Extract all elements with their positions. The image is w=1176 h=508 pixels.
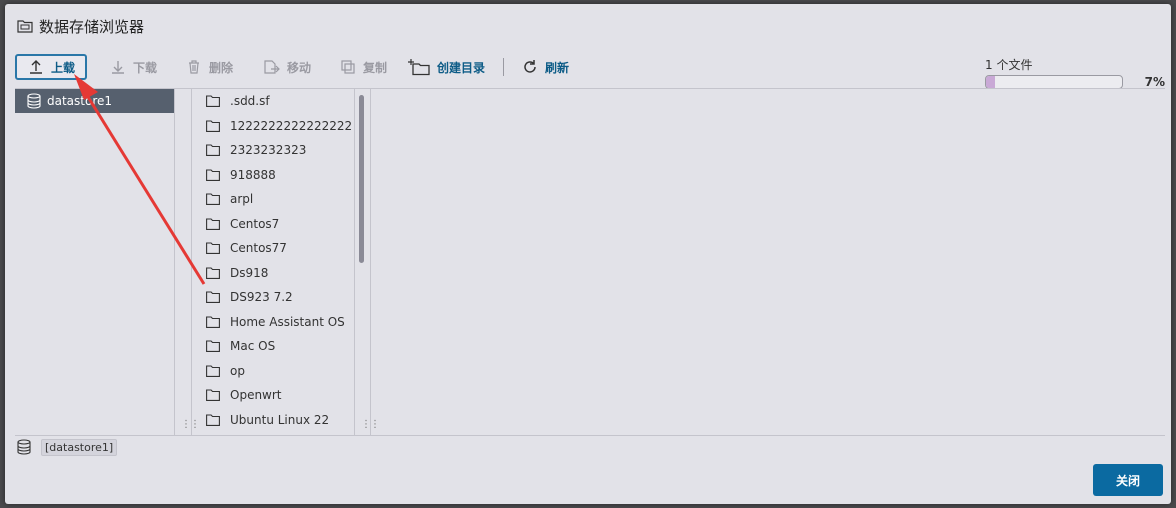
dialog-title: 数据存储浏览器: [39, 17, 145, 36]
folder-icon: [206, 193, 220, 206]
upload-button[interactable]: 上载: [15, 54, 88, 80]
folder-item[interactable]: DS923 7.2: [192, 285, 354, 310]
folder-name: arpl: [230, 192, 254, 207]
delete-label: 删除: [209, 60, 234, 75]
create-directory-button[interactable]: 创建目录: [401, 54, 491, 80]
datastore-item[interactable]: datastore1: [15, 89, 174, 113]
download-icon: [109, 58, 127, 76]
upload-progress: 1 个文件 7%: [985, 56, 1165, 89]
download-label: 下载: [133, 60, 158, 75]
datastore-browser-dialog: 数据存储浏览器 上载 下载 删除 移动 复制 创建目录 刷新 1 个文件 7% …: [5, 4, 1171, 504]
progress-label: 1 个文件: [985, 58, 1033, 72]
folder-icon: [206, 169, 220, 181]
folder-item[interactable]: 918888: [192, 163, 354, 188]
copy-icon: [339, 58, 357, 76]
folder-name: Ubuntu Linux 22: [230, 412, 330, 427]
folder-name: DS923 7.2: [230, 290, 293, 305]
folder-list-scrollbar[interactable]: [359, 95, 364, 263]
new-folder-icon: [407, 58, 431, 76]
path-bar: [datastore1]: [17, 436, 118, 458]
folder-icon: [206, 144, 220, 157]
dialog-title-bar: 数据存储浏览器: [5, 4, 1171, 48]
datastore-list: datastore1: [15, 89, 175, 435]
create-directory-label: 创建目录: [437, 60, 486, 75]
folder-item[interactable]: Mac OS: [192, 334, 354, 359]
toolbar-divider: [503, 58, 504, 76]
progress-bar: [985, 75, 1123, 89]
upload-icon: [27, 58, 45, 76]
folder-icon: [206, 365, 220, 377]
move-button[interactable]: 移动: [257, 54, 317, 80]
folder-name: Openwrt: [230, 388, 282, 403]
folder-item[interactable]: 1222222222222222: [192, 114, 354, 139]
folder-icon: [206, 95, 220, 108]
folder-name: op: [230, 363, 245, 378]
file-browser: datastore1 ⋮⋮ .sdd.sf 1222222222222222 232…: [15, 88, 1165, 436]
folder-item[interactable]: 2323232323: [192, 138, 354, 163]
folder-icon: [206, 120, 220, 132]
folder-name: 918888: [230, 167, 276, 182]
folder-name: 2323232323: [230, 143, 307, 158]
folder-list: .sdd.sf 1222222222222222 2323232323 918888 a…: [191, 89, 355, 435]
folder-name: Home Assistant OS: [230, 314, 345, 329]
move-icon: [263, 58, 281, 76]
trash-icon: [185, 58, 203, 76]
refresh-label: 刷新: [545, 60, 570, 75]
folder-item[interactable]: Centos77: [192, 236, 354, 261]
folder-icon: [206, 316, 220, 328]
folder-icon: [206, 291, 220, 304]
close-button[interactable]: 关闭: [1093, 464, 1163, 496]
folder-name: 1222222222222222: [230, 118, 353, 133]
folder-icon: [206, 414, 220, 426]
folder-name: Centos7: [230, 216, 280, 231]
delete-button[interactable]: 删除: [179, 54, 239, 80]
folder-item[interactable]: Ds918: [192, 261, 354, 286]
folder-storage-icon: [17, 19, 33, 33]
refresh-button[interactable]: 刷新: [515, 54, 575, 80]
copy-button[interactable]: 复制: [333, 54, 393, 80]
folder-item[interactable]: arpl: [192, 187, 354, 212]
datastore-icon: [27, 93, 41, 109]
folder-item[interactable]: Centos7: [192, 212, 354, 237]
folder-name: Ds918: [230, 265, 269, 280]
folder-item[interactable]: Openwrt: [192, 383, 354, 408]
folder-item[interactable]: op: [192, 359, 354, 384]
folder-name: Centos77: [230, 241, 287, 256]
datastore-label: datastore1: [47, 94, 113, 108]
progress-percent: 7%: [1144, 75, 1165, 89]
folder-icon: [206, 389, 220, 402]
upload-label: 上载: [51, 60, 76, 75]
datastore-icon: [17, 439, 33, 455]
copy-label: 复制: [363, 60, 388, 75]
folder-item[interactable]: .sdd.sf: [192, 89, 354, 114]
folder-icon: [206, 267, 220, 279]
folder-name: Mac OS: [230, 339, 276, 354]
move-label: 移动: [287, 60, 312, 75]
folder-icon: [206, 242, 220, 255]
folder-item[interactable]: Home Assistant OS: [192, 310, 354, 335]
folder-icon: [206, 340, 220, 353]
download-button[interactable]: 下载: [103, 54, 163, 80]
current-path: [datastore1]: [41, 438, 118, 456]
folder-icon: [206, 218, 220, 230]
folder-item[interactable]: Ubuntu Linux 22: [192, 408, 354, 433]
progress-fill: [986, 76, 996, 88]
refresh-icon: [521, 58, 539, 76]
folder-name: .sdd.sf: [230, 94, 270, 109]
